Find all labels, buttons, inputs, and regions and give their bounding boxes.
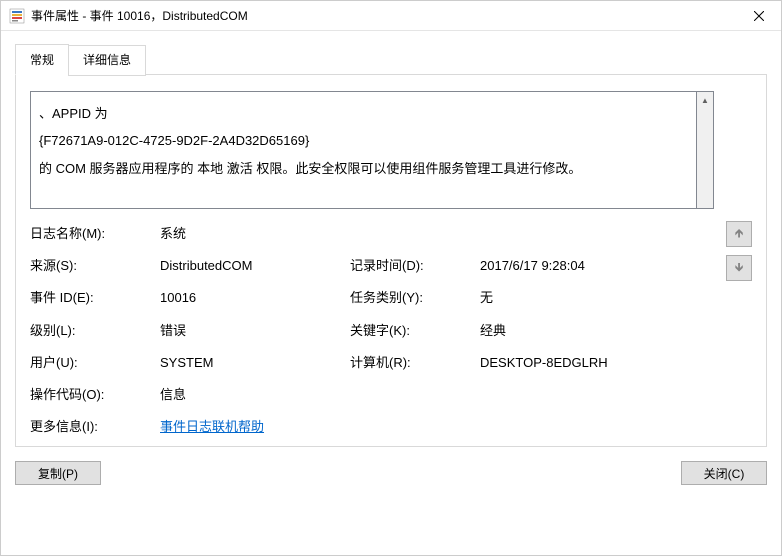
window-title: 事件属性 - 事件 10016，DistributedCOM — [31, 7, 736, 24]
titlebar: 事件属性 - 事件 10016，DistributedCOM — [1, 1, 781, 31]
link-event-log-help[interactable]: 事件日志联机帮助 — [160, 419, 264, 434]
prev-event-button[interactable]: 🡹 — [726, 221, 752, 247]
label-log-name: 日志名称(M): — [30, 225, 160, 243]
close-icon — [754, 11, 764, 21]
tab-panel-general: 、APPID 为 {F72671A9-012C-4725-9D2F-2A4D32… — [15, 74, 767, 447]
value-log-name: 系统 — [160, 225, 714, 243]
value-source: DistributedCOM — [160, 257, 350, 275]
description-line: 的 COM 服务器应用程序的 本地 激活 权限。此安全权限可以使用组件服务管理工… — [39, 155, 688, 182]
label-source: 来源(S): — [30, 257, 160, 275]
copy-button[interactable]: 复制(P) — [15, 461, 101, 485]
properties-grid: 日志名称(M): 系统 来源(S): DistributedCOM 记录时间(D… — [30, 225, 714, 436]
value-opcode: 信息 — [160, 386, 714, 404]
value-event-id: 10016 — [160, 289, 350, 307]
value-computer: DESKTOP-8EDGLRH — [480, 354, 714, 372]
label-user: 用户(U): — [30, 354, 160, 372]
value-keywords: 经典 — [480, 322, 714, 340]
label-logged: 记录时间(D): — [350, 257, 480, 275]
value-logged: 2017/6/17 9:28:04 — [480, 257, 714, 275]
arrow-up-icon: 🡹 — [735, 224, 744, 245]
nav-buttons: 🡹 🡻 — [726, 221, 752, 436]
event-description[interactable]: 、APPID 为 {F72671A9-012C-4725-9D2F-2A4D32… — [30, 91, 697, 209]
label-level: 级别(L): — [30, 322, 160, 340]
app-icon — [9, 8, 25, 24]
tab-details[interactable]: 详细信息 — [68, 45, 146, 76]
description-line: 、APPID 为 — [39, 100, 688, 127]
value-task-category: 无 — [480, 289, 714, 307]
description-scrollbar[interactable]: ▲ — [697, 91, 714, 209]
scroll-up-icon[interactable]: ▲ — [698, 92, 713, 109]
label-opcode: 操作代码(O): — [30, 386, 160, 404]
label-event-id: 事件 ID(E): — [30, 289, 160, 307]
label-computer: 计算机(R): — [350, 354, 480, 372]
dialog-footer: 复制(P) 关闭(C) — [1, 447, 781, 499]
arrow-down-icon: 🡻 — [735, 258, 744, 279]
tab-general[interactable]: 常规 — [15, 44, 69, 75]
next-event-button[interactable]: 🡻 — [726, 255, 752, 281]
tab-bar: 常规 详细信息 — [15, 43, 767, 74]
label-more-info: 更多信息(I): — [30, 418, 160, 436]
close-window-button[interactable] — [736, 1, 781, 31]
label-task-category: 任务类别(Y): — [350, 289, 480, 307]
content-area: 常规 详细信息 、APPID 为 {F72671A9-012C-4725-9D2… — [1, 31, 781, 447]
description-line: {F72671A9-012C-4725-9D2F-2A4D32D65169} — [39, 127, 688, 154]
value-level: 错误 — [160, 322, 350, 340]
value-user: SYSTEM — [160, 354, 350, 372]
label-keywords: 关键字(K): — [350, 322, 480, 340]
close-button[interactable]: 关闭(C) — [681, 461, 767, 485]
